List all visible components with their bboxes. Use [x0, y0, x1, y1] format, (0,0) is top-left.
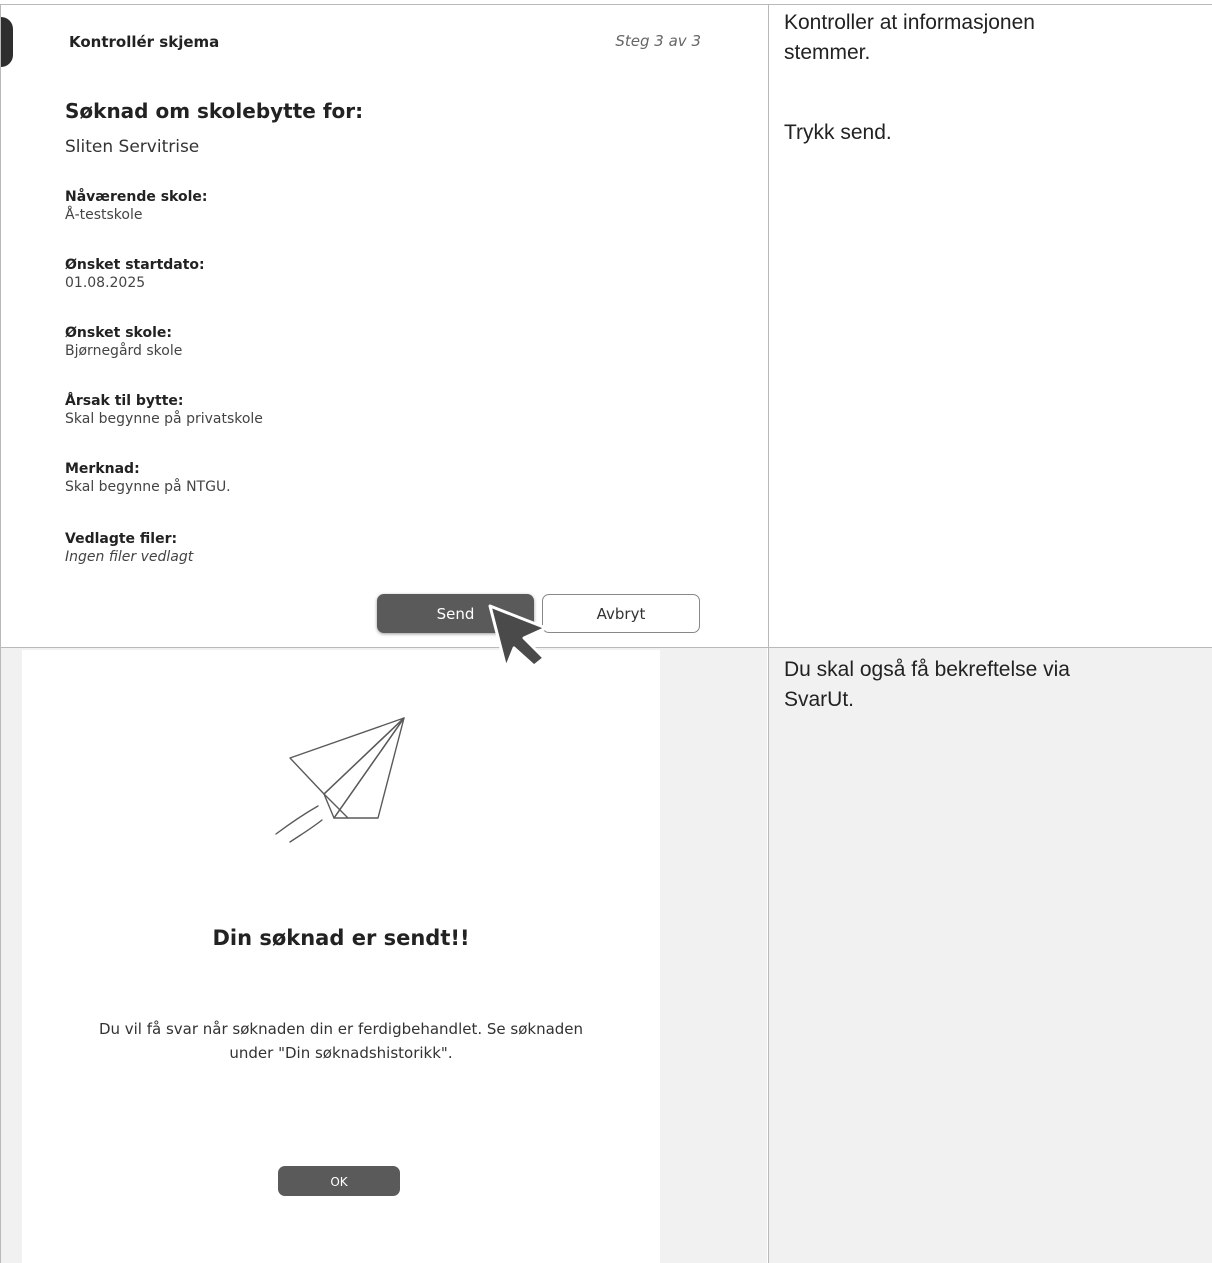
instruction-line: Kontroller at informasjonen: [784, 11, 1035, 34]
field-label: Ønsket skole:: [65, 325, 172, 341]
field-desired-school: Ønsket skole: Bjørnegård skole: [65, 324, 182, 360]
confirmation-note-panel: [769, 648, 1212, 1263]
confirmation-text: Du vil få svar når søknaden din er ferdi…: [98, 1020, 584, 1062]
instruction-line: SvarUt.: [784, 688, 855, 711]
confirmation-title: Din søknad er sendt!!: [212, 926, 470, 950]
form-title: Søknad om skolebytte for:: [65, 99, 364, 123]
panel-edge-decoration: [1, 17, 13, 67]
field-reason: Årsak til bytte: Skal begynne på privats…: [65, 392, 263, 428]
field-value: Bjørnegård skole: [65, 343, 183, 359]
field-current-school: Nåværende skole: Å-testskole: [65, 188, 208, 224]
field-label: Nåværende skole:: [65, 189, 208, 205]
mouse-pointer-icon: [488, 604, 548, 670]
confirmation-modal: Din søknad er sendt!! Du vil få svar når…: [22, 650, 660, 1263]
form-header-title: Kontrollér skjema: [69, 33, 220, 51]
paper-plane-icon: [275, 717, 405, 843]
field-label: Årsak til bytte:: [65, 393, 184, 409]
field-value: Skal begynne på privatskole: [65, 411, 263, 427]
field-attachments: Vedlagte filer: Ingen filer vedlagt: [65, 530, 193, 566]
field-remark: Merknad: Skal begynne på NTGU.: [65, 460, 231, 496]
confirmation-panel: Din søknad er sendt!! Du vil få svar når…: [1, 648, 767, 1263]
field-value: Skal begynne på NTGU.: [65, 479, 231, 495]
field-label: Ønsket startdato:: [65, 257, 205, 273]
field-value: Å-testskole: [65, 207, 143, 223]
field-start-date: Ønsket startdato: 01.08.2025: [65, 256, 205, 292]
field-value: 01.08.2025: [65, 275, 146, 291]
cancel-button[interactable]: Avbryt: [542, 594, 700, 633]
instruction-send: Trykk send.: [784, 121, 892, 144]
instruction-line: stemmer.: [784, 41, 871, 64]
ok-button[interactable]: OK: [278, 1166, 400, 1196]
form-review-panel: Kontrollér skjema Steg 3 av 3 Søknad om …: [1, 5, 767, 647]
instruction-check: Kontroller at informasjonen stemmer.: [784, 8, 1035, 68]
instruction-confirmation: Du skal også få bekreftelse via SvarUt.: [784, 655, 1070, 715]
field-value: Ingen filer vedlagt: [65, 549, 194, 565]
instruction-line: Du skal også få bekreftelse via: [784, 658, 1070, 681]
field-label: Vedlagte filer:: [65, 531, 178, 547]
field-label: Merknad:: [65, 461, 140, 477]
step-indicator: Steg 3 av 3: [615, 32, 701, 50]
applicant-name: Sliten Servitrise: [65, 137, 200, 157]
